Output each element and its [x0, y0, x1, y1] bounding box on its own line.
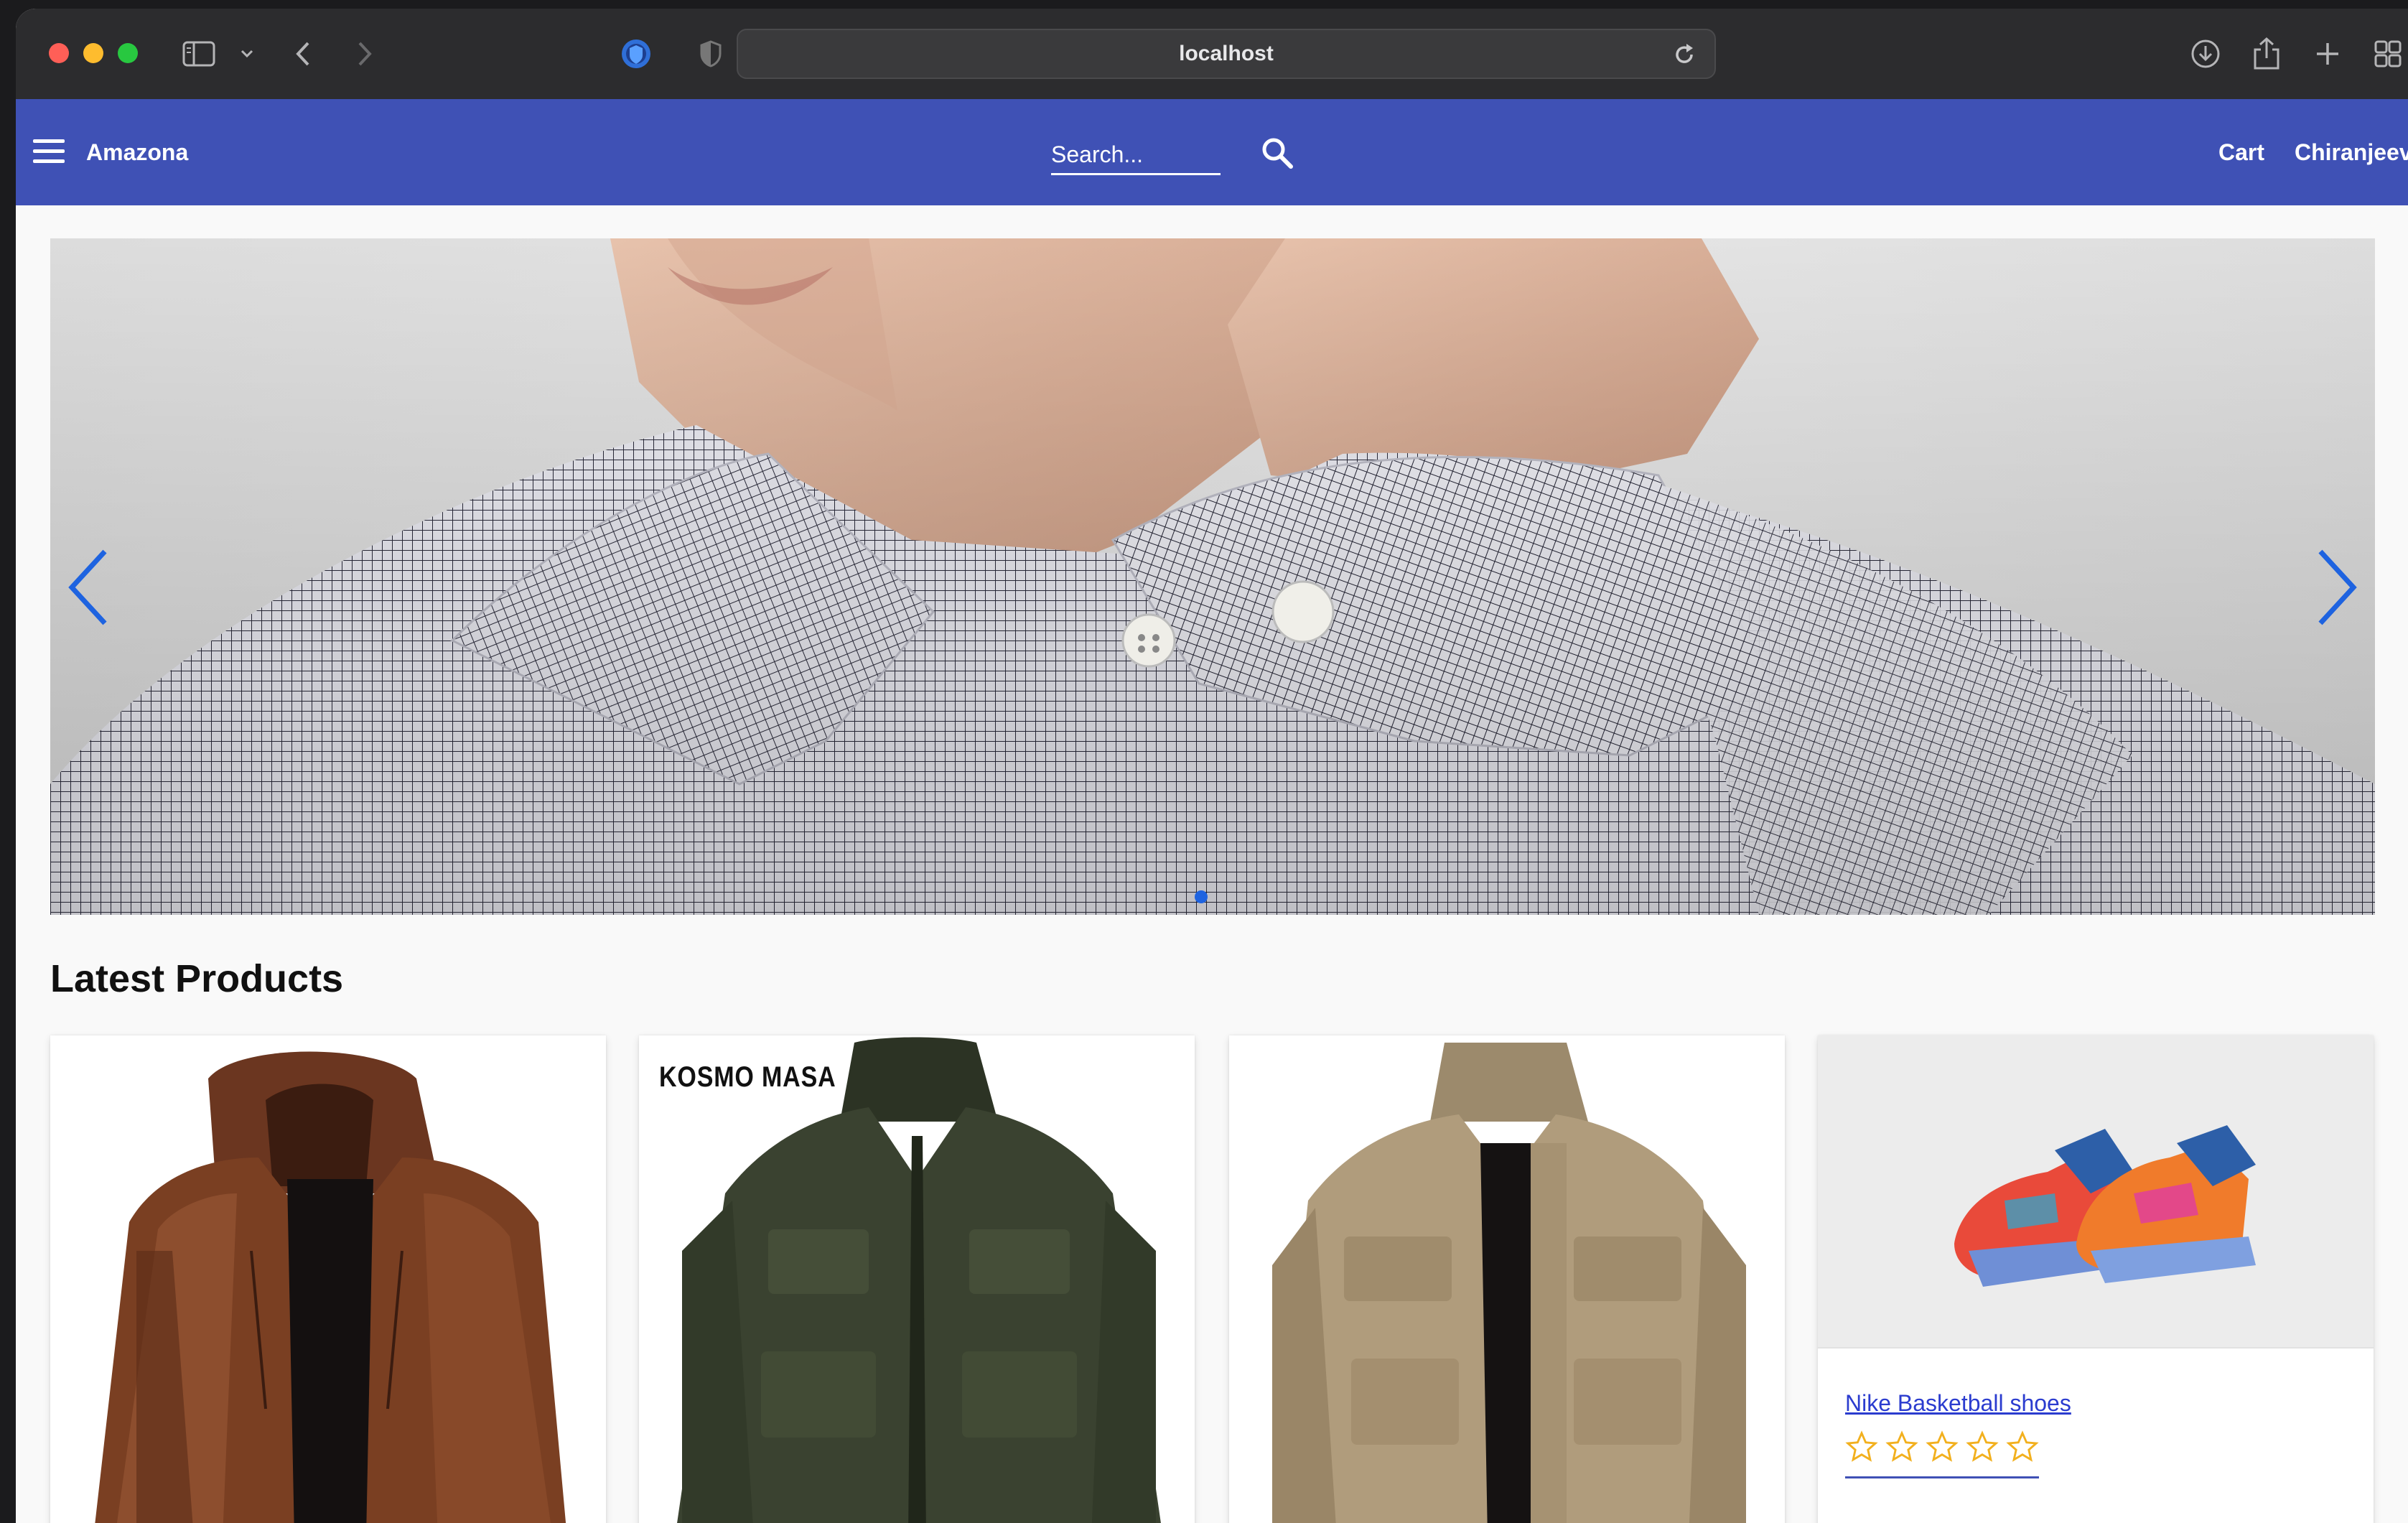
minimize-window-button[interactable]: [83, 43, 103, 63]
chevron-right-icon: [2318, 549, 2357, 625]
hero-carousel[interactable]: [50, 238, 2375, 915]
product-image[interactable]: [639, 1035, 1195, 1523]
browser-window: localhost Amazona Cart Chira: [16, 9, 2408, 1523]
product-card[interactable]: Nike Basketball shoes: [1818, 1035, 2374, 1523]
product-card[interactable]: [1229, 1035, 1785, 1523]
star-icon: [1885, 1430, 1918, 1462]
search-field[interactable]: [1051, 136, 1221, 175]
forward-icon[interactable]: [350, 36, 379, 72]
product-card[interactable]: KOSMO MASA: [639, 1035, 1195, 1523]
chevron-down-icon[interactable]: [237, 36, 257, 72]
chevron-left-icon: [68, 549, 107, 625]
carousel-prev-button[interactable]: [63, 544, 113, 630]
search-input[interactable]: [1051, 136, 1221, 173]
hamburger-icon[interactable]: [33, 139, 65, 164]
search-icon[interactable]: [1258, 134, 1298, 174]
product-image[interactable]: [1229, 1035, 1785, 1523]
download-icon[interactable]: [2185, 36, 2226, 72]
reload-icon[interactable]: [1671, 42, 1697, 67]
url-text: localhost: [1179, 42, 1274, 65]
product-brand-text: KOSMO MASA: [659, 1061, 836, 1093]
product-image[interactable]: [1818, 1035, 2374, 1349]
product-name-link[interactable]: Nike Basketball shoes: [1845, 1390, 2071, 1417]
tab-overview-icon[interactable]: [2372, 36, 2404, 72]
share-icon[interactable]: [2249, 36, 2285, 72]
product-image[interactable]: [50, 1035, 606, 1523]
privacy-shield-icon[interactable]: [616, 36, 656, 72]
sidebar-icon[interactable]: [179, 36, 218, 72]
star-icon: [1926, 1430, 1959, 1462]
product-card[interactable]: [50, 1035, 606, 1523]
close-window-button[interactable]: [49, 43, 69, 63]
app-header: Amazona Cart Chiranjeev: [16, 99, 2408, 205]
new-tab-icon[interactable]: [2313, 36, 2342, 72]
brand-link[interactable]: Amazona: [86, 99, 188, 205]
zoom-window-button[interactable]: [118, 43, 138, 63]
star-icon: [1966, 1430, 1999, 1462]
star-icon: [1845, 1430, 1878, 1462]
back-icon[interactable]: [289, 36, 317, 72]
carousel-next-button[interactable]: [2312, 544, 2362, 630]
address-bar[interactable]: localhost: [737, 29, 1716, 79]
carousel-image: [50, 238, 2375, 915]
shield-half-icon[interactable]: [696, 36, 725, 72]
cart-link[interactable]: Cart: [2218, 99, 2264, 205]
carousel-indicator-active[interactable]: [1195, 890, 1208, 903]
product-rating: [1845, 1430, 2039, 1478]
browser-toolbar: localhost: [16, 9, 2408, 101]
user-menu-link[interactable]: Chiranjeev: [2295, 99, 2408, 205]
section-title: Latest Products: [50, 957, 344, 1000]
star-icon: [2006, 1430, 2039, 1462]
